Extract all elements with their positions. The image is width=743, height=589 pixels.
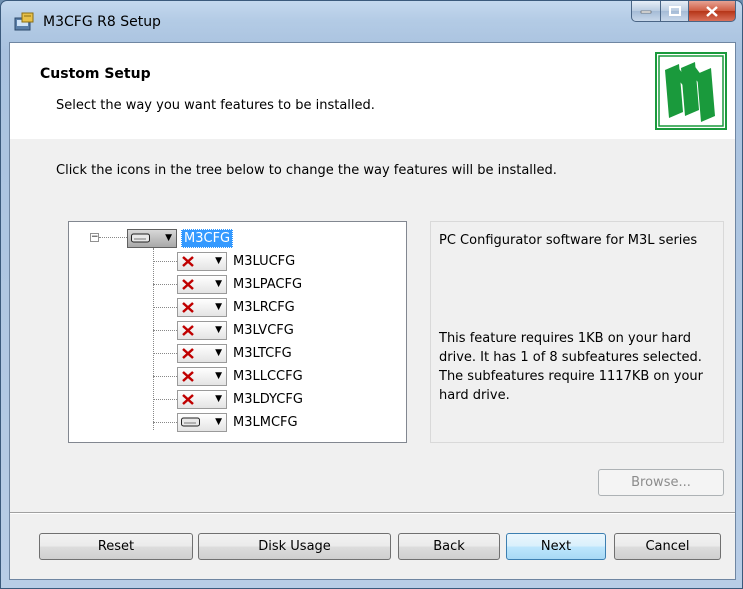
tree-line [153, 422, 177, 423]
feature-size-info: This feature requires 1KB on your hard d… [439, 331, 703, 403]
tree-node-label[interactable]: M3LMCFG [231, 414, 300, 431]
feature-state-dropdown[interactable]: ▼ [177, 274, 227, 294]
chevron-down-icon: ▼ [165, 233, 172, 243]
chevron-down-icon: ▼ [215, 417, 222, 427]
unavailable-x-icon [182, 370, 194, 382]
minimize-button[interactable] [631, 1, 661, 22]
minimize-icon [640, 10, 652, 14]
disk-usage-button[interactable]: Disk Usage [198, 533, 391, 560]
company-logo-icon [655, 52, 727, 130]
tree-line [153, 284, 177, 285]
tree-node-root[interactable]: ▼ M3CFG [127, 227, 234, 249]
divider [10, 513, 735, 514]
tree-node[interactable]: ▼ M3LLCCFG [177, 365, 305, 387]
unavailable-x-icon [182, 347, 194, 359]
chevron-down-icon: ▼ [215, 279, 222, 289]
tree-line [153, 261, 177, 262]
feature-description: PC Configurator software for M3L series [439, 233, 698, 248]
feature-state-dropdown[interactable]: ▼ [177, 366, 227, 386]
dialog-body: Custom Setup Select the way you want fea… [9, 42, 736, 580]
window-title: M3CFG R8 Setup [43, 14, 161, 30]
tree-node[interactable]: ▼ M3LDYCFG [177, 388, 305, 410]
cancel-button[interactable]: Cancel [614, 533, 721, 560]
tree-line [153, 353, 177, 354]
page-title: Custom Setup [40, 66, 151, 82]
feature-state-dropdown[interactable]: ▼ [177, 343, 227, 363]
hard-drive-icon [181, 417, 200, 427]
tree-line [153, 376, 177, 377]
close-icon [706, 5, 718, 17]
chevron-down-icon: ▼ [215, 394, 222, 404]
tree-node-label[interactable]: M3LDYCFG [231, 391, 305, 408]
tree-node[interactable]: ▼ M3LVCFG [177, 319, 296, 341]
installer-app-icon [14, 12, 34, 31]
page-subtitle: Select the way you want features to be i… [56, 98, 375, 113]
header-banner: Custom Setup Select the way you want fea… [10, 43, 735, 139]
tree-node-label[interactable]: M3LLCCFG [231, 368, 305, 385]
close-button[interactable] [689, 1, 736, 22]
tree-line [153, 330, 177, 331]
tree-line [153, 307, 177, 308]
reset-button[interactable]: Reset [39, 533, 193, 560]
chevron-down-icon: ▼ [215, 371, 222, 381]
feature-state-dropdown[interactable]: ▼ [177, 412, 227, 432]
collapse-toggle[interactable]: − [90, 233, 99, 242]
window-controls [631, 1, 736, 25]
setup-window: M3CFG R8 Setup Custom Setup Select the w… [0, 0, 743, 589]
tree-node-label[interactable]: M3LRCFG [231, 299, 297, 316]
tree-node[interactable]: ▼ M3LUCFG [177, 250, 297, 272]
divider [10, 138, 735, 139]
tree-line [153, 248, 154, 430]
maximize-button[interactable] [661, 1, 689, 22]
chevron-down-icon: ▼ [215, 256, 222, 266]
tree-node-label[interactable]: M3CFG [181, 228, 234, 248]
next-button[interactable]: Next [506, 533, 606, 560]
unavailable-x-icon [182, 255, 194, 267]
instruction-text: Click the icons in the tree below to cha… [56, 163, 557, 178]
back-button[interactable]: Back [398, 533, 500, 560]
chevron-down-icon: ▼ [215, 348, 222, 358]
feature-description-panel: PC Configurator software for M3L series … [430, 221, 724, 443]
unavailable-x-icon [182, 278, 194, 290]
tree-node[interactable]: ▼ M3LTCFG [177, 342, 294, 364]
feature-state-dropdown[interactable]: ▼ [177, 251, 227, 271]
chevron-down-icon: ▼ [215, 302, 222, 312]
tree-node[interactable]: ▼ M3LPACFG [177, 273, 304, 295]
browse-button[interactable]: Browse... [598, 469, 724, 496]
feature-tree[interactable]: − ▼ M3CFG ▼ M3LUCFG ▼ M3LPACFG ▼ M3LRCFG… [68, 221, 407, 443]
tree-node-label[interactable]: M3LUCFG [231, 253, 297, 270]
feature-state-dropdown[interactable]: ▼ [177, 297, 227, 317]
hard-drive-icon [131, 233, 150, 243]
feature-state-dropdown[interactable]: ▼ [177, 320, 227, 340]
chevron-down-icon: ▼ [215, 325, 222, 335]
tree-node-label[interactable]: M3LVCFG [231, 322, 296, 339]
tree-node-label[interactable]: M3LTCFG [231, 345, 294, 362]
tree-node[interactable]: ▼ M3LRCFG [177, 296, 297, 318]
tree-node-label[interactable]: M3LPACFG [231, 276, 304, 293]
unavailable-x-icon [182, 324, 194, 336]
tree-line [99, 237, 127, 238]
feature-state-dropdown[interactable]: ▼ [127, 228, 177, 248]
tree-node[interactable]: ▼ M3LMCFG [177, 411, 300, 433]
unavailable-x-icon [182, 301, 194, 313]
tree-line [153, 399, 177, 400]
maximize-icon [668, 6, 681, 16]
unavailable-x-icon [182, 393, 194, 405]
feature-state-dropdown[interactable]: ▼ [177, 389, 227, 409]
